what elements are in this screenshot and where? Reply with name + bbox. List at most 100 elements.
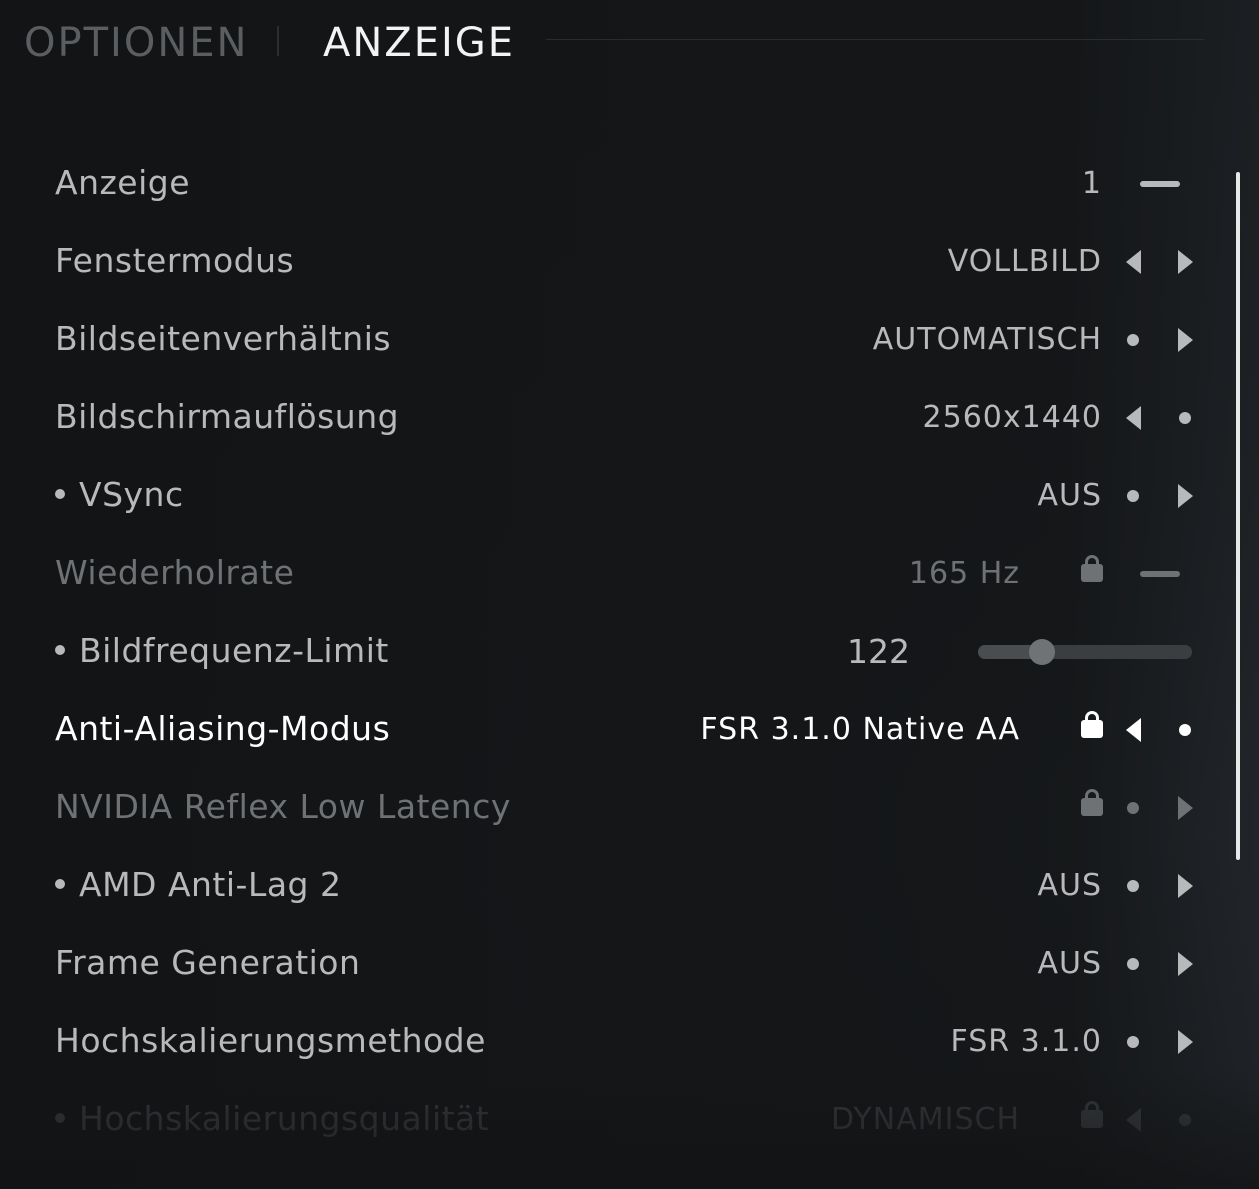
previous-value-disabled bbox=[1118, 768, 1148, 846]
arrow-left-icon bbox=[1126, 250, 1141, 274]
arrow-right-icon bbox=[1178, 484, 1193, 508]
setting-row-vsync[interactable]: VSync AUS bbox=[0, 456, 1220, 534]
scrollbar[interactable] bbox=[1236, 172, 1240, 860]
setting-label-text: Hochskalierungsmethode bbox=[55, 1021, 486, 1060]
value-dash-control bbox=[1140, 534, 1200, 612]
setting-label: Anzeige bbox=[55, 144, 190, 222]
setting-label: VSync bbox=[55, 456, 184, 534]
setting-label-text: Anzeige bbox=[55, 163, 191, 202]
dot-indicator-icon bbox=[1179, 412, 1191, 424]
previous-value-button[interactable] bbox=[1118, 222, 1148, 300]
setting-value: 165 Hz bbox=[908, 556, 1020, 591]
setting-row-wiederholrate: Wiederholrate 165 Hz bbox=[0, 534, 1220, 612]
dot-indicator-icon bbox=[1127, 334, 1139, 346]
next-value-button[interactable] bbox=[1170, 768, 1200, 846]
setting-label-text: Bildschirmauflösung bbox=[55, 397, 400, 436]
setting-value: DYNAMISCH bbox=[830, 1102, 1020, 1137]
setting-row-anzeige[interactable]: Anzeige 1 bbox=[0, 144, 1220, 222]
next-value-disabled bbox=[1170, 1080, 1200, 1158]
next-value-button[interactable] bbox=[1170, 846, 1200, 924]
setting-label-text: Bildseitenverhältnis bbox=[55, 319, 392, 358]
dot-indicator-icon bbox=[1127, 802, 1139, 814]
previous-value-button[interactable] bbox=[1118, 1080, 1148, 1158]
lock-container bbox=[1077, 768, 1107, 846]
setting-label-text: Frame Generation bbox=[55, 943, 361, 982]
header-divider-line bbox=[546, 39, 1204, 40]
lock-container bbox=[1077, 534, 1107, 612]
previous-value-button[interactable] bbox=[1118, 378, 1148, 456]
setting-label: AMD Anti-Lag 2 bbox=[55, 846, 342, 924]
setting-row-nvidia-reflex-low-latency: NVIDIA Reflex Low Latency bbox=[0, 768, 1220, 846]
arrow-left-icon bbox=[1126, 1108, 1141, 1132]
dash-icon bbox=[1140, 571, 1180, 577]
lock-icon bbox=[1081, 789, 1103, 816]
next-value-disabled bbox=[1170, 378, 1200, 456]
setting-label: Hochskalierungsmethode bbox=[55, 1002, 486, 1080]
dash-icon bbox=[1140, 181, 1180, 187]
setting-row-bildseitenverhaltnis[interactable]: Bildseitenverhältnis AUTOMATISCH bbox=[0, 300, 1220, 378]
frame-limit-slider[interactable] bbox=[978, 639, 1192, 665]
setting-row-frame-generation[interactable]: Frame Generation AUS bbox=[0, 924, 1220, 1002]
tab-options[interactable]: OPTIONEN bbox=[24, 20, 248, 66]
setting-row-hochskalierungsmethode[interactable]: Hochskalierungsmethode FSR 3.1.0 bbox=[0, 1002, 1220, 1080]
lock-icon bbox=[1081, 711, 1103, 738]
dot-indicator-icon bbox=[1127, 880, 1139, 892]
setting-value: FSR 3.1.0 bbox=[950, 1024, 1102, 1059]
slider-value: 122 bbox=[847, 632, 910, 671]
setting-label-text: Wiederholrate bbox=[55, 553, 295, 592]
tab-display[interactable]: ANZEIGE bbox=[323, 20, 515, 66]
setting-value: AUS bbox=[1037, 478, 1102, 513]
setting-label: Bildfrequenz-Limit bbox=[55, 612, 389, 690]
bullet-icon bbox=[55, 878, 65, 889]
arrow-right-icon bbox=[1178, 796, 1193, 820]
dot-indicator-icon bbox=[1127, 1036, 1139, 1048]
next-value-button[interactable] bbox=[1170, 456, 1200, 534]
setting-label: Bildseitenverhältnis bbox=[55, 300, 391, 378]
previous-value-disabled bbox=[1118, 456, 1148, 534]
next-value-disabled bbox=[1170, 690, 1200, 768]
arrow-left-icon bbox=[1126, 718, 1141, 742]
bullet-icon bbox=[55, 644, 65, 655]
lock-icon bbox=[1081, 1101, 1103, 1128]
setting-row-hochskalierungsqualitat[interactable]: Hochskalierungsqualität DYNAMISCH bbox=[0, 1080, 1220, 1158]
setting-value: 2560x1440 bbox=[922, 400, 1102, 435]
arrow-right-icon bbox=[1178, 328, 1193, 352]
next-value-button[interactable] bbox=[1170, 222, 1200, 300]
dot-indicator-icon bbox=[1179, 724, 1191, 736]
setting-label: Bildschirmauflösung bbox=[55, 378, 399, 456]
dot-indicator-icon bbox=[1127, 958, 1139, 970]
next-value-button[interactable] bbox=[1170, 1002, 1200, 1080]
previous-value-disabled bbox=[1118, 300, 1148, 378]
setting-row-fenstermodus[interactable]: Fenstermodus VOLLBILD bbox=[0, 222, 1220, 300]
setting-label: Frame Generation bbox=[55, 924, 360, 1002]
next-value-button[interactable] bbox=[1170, 300, 1200, 378]
setting-row-bildschirmauflosung[interactable]: Bildschirmauflösung 2560x1440 bbox=[0, 378, 1220, 456]
setting-label: Anti-Aliasing-Modus bbox=[55, 690, 390, 768]
slider-handle[interactable] bbox=[1029, 639, 1056, 665]
setting-value: AUS bbox=[1037, 946, 1102, 981]
setting-label-text: NVIDIA Reflex Low Latency bbox=[55, 787, 511, 826]
previous-value-disabled bbox=[1118, 846, 1148, 924]
setting-label: NVIDIA Reflex Low Latency bbox=[55, 768, 511, 846]
previous-value-disabled bbox=[1118, 924, 1148, 1002]
bullet-icon bbox=[55, 1112, 65, 1123]
previous-value-disabled bbox=[1118, 1002, 1148, 1080]
value-dash-control bbox=[1140, 144, 1200, 222]
setting-label-text: AMD Anti-Lag 2 bbox=[79, 865, 342, 904]
setting-label: Hochskalierungsqualität bbox=[55, 1080, 489, 1158]
header: OPTIONEN ANZEIGE bbox=[0, 0, 1259, 90]
arrow-right-icon bbox=[1178, 952, 1193, 976]
setting-row-anti-aliasing-modus[interactable]: Anti-Aliasing-Modus FSR 3.1.0 Native AA bbox=[0, 690, 1220, 768]
lock-container bbox=[1077, 690, 1107, 768]
setting-label-text: VSync bbox=[79, 475, 184, 514]
setting-value: AUS bbox=[1037, 868, 1102, 903]
setting-label: Fenstermodus bbox=[55, 222, 294, 300]
lock-container bbox=[1077, 1080, 1107, 1158]
previous-value-button[interactable] bbox=[1118, 690, 1148, 768]
next-value-button[interactable] bbox=[1170, 924, 1200, 1002]
setting-row-amd-anti-lag-2[interactable]: AMD Anti-Lag 2 AUS bbox=[0, 846, 1220, 924]
dot-indicator-icon bbox=[1127, 490, 1139, 502]
setting-value: FSR 3.1.0 Native AA bbox=[700, 712, 1020, 747]
setting-row-bildfrequenz-limit[interactable]: Bildfrequenz-Limit 122 bbox=[0, 612, 1220, 690]
lock-icon bbox=[1081, 555, 1103, 582]
